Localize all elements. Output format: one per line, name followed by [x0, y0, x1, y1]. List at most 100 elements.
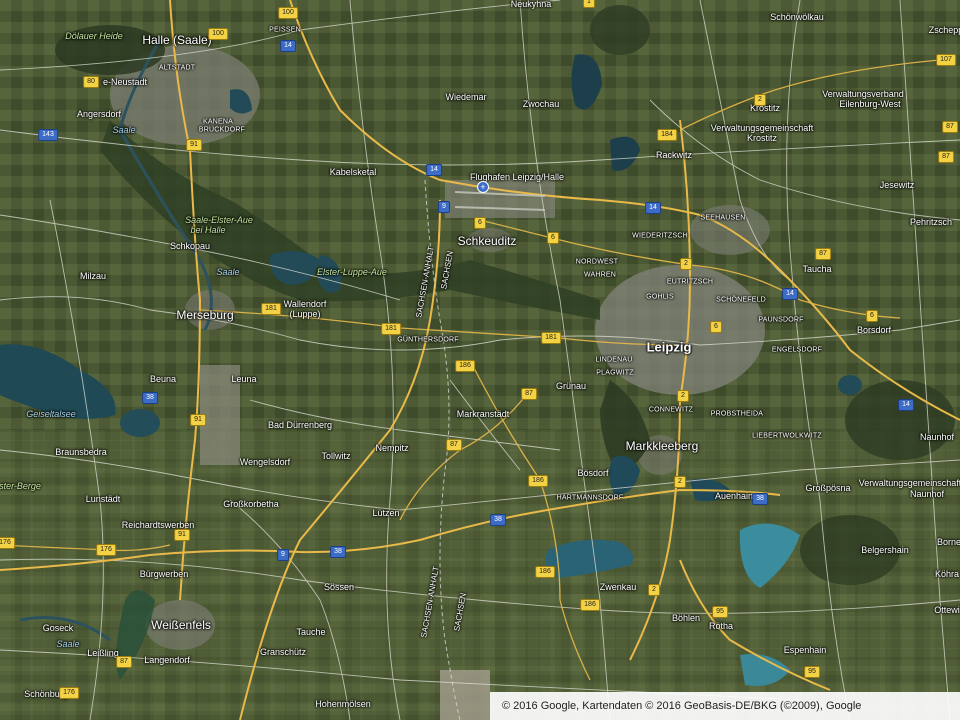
satellite-map[interactable]: Halle (Saale) Leipzig Dölauer Heide e-Neust…	[0, 0, 960, 720]
airport-icon[interactable]: +	[477, 181, 489, 193]
place-label[interactable]: BRUCKDORF	[199, 127, 245, 134]
place-label[interactable]: KANENA	[203, 119, 233, 126]
place-label[interactable]: Rackwitz	[656, 150, 692, 160]
place-label[interactable]: Nempitz	[375, 443, 408, 453]
place-label[interactable]: GOHLIS	[646, 294, 674, 301]
place-label[interactable]: ENGELSDORF	[772, 347, 822, 354]
place-label[interactable]: PAUNSDORF	[758, 317, 803, 324]
place-label[interactable]: Tauche	[296, 627, 325, 637]
place-label[interactable]: Wengelsdorf	[240, 457, 290, 467]
place-label[interactable]: Goseck	[43, 623, 74, 633]
autobahn-shield: 9	[438, 201, 450, 213]
place-label[interactable]: Belgershain	[861, 545, 909, 555]
place-label[interactable]: Bürgwerben	[140, 569, 189, 579]
place-label[interactable]: Hohenmölsen	[315, 699, 371, 709]
place-label[interactable]: Beuna	[150, 374, 176, 384]
place-label[interactable]: Markranstädt	[457, 409, 510, 419]
place-label[interactable]: Lunstädt	[86, 494, 121, 504]
place-label[interactable]: Tollwitz	[321, 451, 350, 461]
place-label[interactable]: WIEDERITZSCH	[632, 233, 688, 240]
place-label[interactable]: Weißenfels	[151, 618, 211, 632]
map-canvas[interactable]	[0, 0, 960, 720]
place-label[interactable]: Kabelsketal	[330, 167, 377, 177]
place-label[interactable]: SCHÖNEFELD	[716, 297, 766, 304]
place-label[interactable]: EUTRITZSCH	[667, 279, 713, 286]
place-label[interactable]: Bad Dürrenberg	[268, 420, 332, 430]
autobahn-shield: 9	[277, 549, 289, 561]
place-label[interactable]: Verwaltungsgemeinschaft	[711, 123, 814, 133]
place-label[interactable]: GÜNTHERSDORF	[397, 337, 459, 344]
road-shield: 181	[381, 323, 401, 335]
road-shield: 181	[541, 332, 561, 344]
place-label[interactable]: Granschütz	[260, 647, 306, 657]
place-label[interactable]: Saale	[216, 267, 239, 277]
place-label[interactable]: (Luppe)	[289, 309, 320, 319]
place-label[interactable]: Köhra	[935, 569, 959, 579]
place-label[interactable]: Taucha	[802, 264, 831, 274]
place-label[interactable]: Jesewitz	[880, 180, 915, 190]
place-label[interactable]: Großkorbetha	[223, 499, 279, 509]
place-label[interactable]: Schönwölkau	[770, 12, 824, 22]
place-label[interactable]: PEISSEN	[269, 27, 301, 34]
place-label[interactable]: Neukyhna	[511, 0, 552, 9]
place-label[interactable]: Sössen	[324, 582, 354, 592]
place-label[interactable]: Verwaltungsgemeinschaft	[859, 478, 960, 488]
place-label[interactable]: Naunhof	[920, 432, 954, 442]
place-label[interactable]: Rötha	[709, 621, 733, 631]
place-label[interactable]: Saale	[112, 125, 135, 135]
place-label[interactable]: Leipzig	[647, 340, 692, 355]
place-label[interactable]: Borsdorf	[857, 325, 891, 335]
place-label[interactable]: Krostitz	[747, 133, 777, 143]
place-label[interactable]: CONNEWITZ	[649, 407, 693, 414]
place-label[interactable]: Eilenburg-West	[839, 99, 900, 109]
place-label[interactable]: Saale-Elster-Aue	[185, 215, 253, 225]
place-label[interactable]: Elster-Luppe-Aue	[317, 267, 387, 277]
place-label[interactable]: Bösdorf	[577, 468, 608, 478]
place-label[interactable]: Großpösna	[805, 483, 850, 493]
place-label[interactable]: Leißling	[87, 648, 119, 658]
road-shield: 80	[83, 76, 99, 88]
place-label[interactable]: Markkleeberg	[626, 439, 699, 453]
place-label[interactable]: bei Halle	[190, 225, 225, 235]
place-label[interactable]: ALTSTADT	[159, 65, 195, 72]
place-label[interactable]: Saale	[56, 639, 79, 649]
place-label[interactable]: Braunsbedra	[55, 447, 107, 457]
place-label[interactable]: Pehritzsch	[910, 217, 952, 227]
place-label[interactable]: Ottewi	[934, 605, 960, 615]
place-label[interactable]: Wiedemar	[445, 92, 486, 102]
place-label[interactable]: Schkeuditz	[458, 234, 517, 248]
place-label[interactable]: Halle (Saale)	[142, 33, 211, 47]
place-label[interactable]: LIEBERTWOLKWITZ	[752, 433, 822, 440]
road-shield: 6	[710, 321, 722, 333]
place-label[interactable]: NORDWEST	[576, 259, 618, 266]
place-label[interactable]: LINDENAU	[596, 357, 633, 364]
place-label[interactable]: WAHREN	[584, 272, 616, 279]
place-label[interactable]: Langendorf	[144, 655, 190, 665]
place-label[interactable]: Geiseltalsee	[26, 409, 76, 419]
place-label[interactable]: Espenhain	[784, 645, 827, 655]
place-label[interactable]: Wallendorf	[284, 299, 327, 309]
place-label[interactable]: PLAGWITZ	[596, 370, 633, 377]
place-label[interactable]: ster-Berge	[0, 481, 41, 491]
place-label[interactable]: Böhlen	[672, 613, 700, 623]
place-label[interactable]: Angersdorf	[77, 109, 121, 119]
place-label[interactable]: e-Neustadt	[103, 77, 147, 87]
place-label[interactable]: Milzau	[80, 271, 106, 281]
place-label[interactable]: Zwenkau	[600, 582, 637, 592]
place-label[interactable]: Auenhain	[715, 491, 753, 501]
place-label[interactable]: Leuna	[231, 374, 256, 384]
place-label[interactable]: Naunhof	[910, 489, 944, 499]
place-label[interactable]: HARTMANNSDORF	[557, 495, 624, 502]
place-label[interactable]: Zwochau	[523, 99, 560, 109]
place-label[interactable]: Merseburg	[176, 308, 233, 322]
place-label[interactable]: SEEHAUSEN	[701, 215, 746, 222]
place-label[interactable]: Dölauer Heide	[65, 31, 123, 41]
road-shield: 176	[59, 687, 79, 699]
place-label[interactable]: Lützen	[372, 508, 399, 518]
place-label[interactable]: Grünau	[556, 381, 586, 391]
place-label[interactable]: Schkopau	[170, 241, 210, 251]
place-label[interactable]: PROBSTHEIDA	[711, 411, 763, 418]
place-label[interactable]: Borne	[937, 537, 960, 547]
place-label[interactable]: Zscheppl	[929, 25, 960, 35]
place-label[interactable]: Verwaltungsverband	[822, 89, 904, 99]
